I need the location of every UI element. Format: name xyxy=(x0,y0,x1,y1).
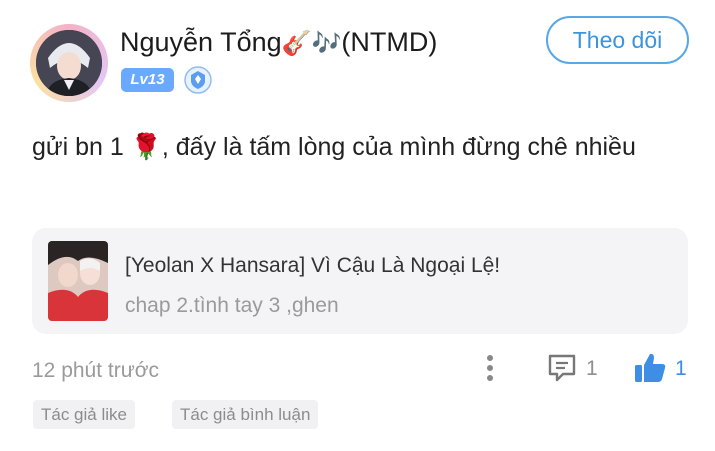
tag-author-comment: Tác giả bình luận xyxy=(172,400,319,429)
author-avatar[interactable] xyxy=(30,24,108,102)
shield-badge-icon xyxy=(184,66,212,94)
post-text-before: gửi bn 1 xyxy=(32,133,124,161)
shared-story-card[interactable]: [Yeolan X Hansara] Vì Cậu Là Ngoại Lệ! c… xyxy=(32,228,688,334)
tag-author-like: Tác giả like xyxy=(33,400,135,429)
author-name-emoji: 🎸🎶 xyxy=(281,29,342,57)
comment-button[interactable]: 1 xyxy=(546,352,606,386)
post-text-after: , đấy là tấm lòng của mình đừng chê nhiề… xyxy=(161,133,636,161)
rose-emoji: 🌹 xyxy=(130,133,162,161)
author-name-suffix: (NTMD) xyxy=(341,27,438,57)
like-button[interactable]: 1 xyxy=(632,350,692,388)
story-thumbnail xyxy=(48,241,108,321)
post-content: gửi bn 1 🌹, đấy là tấm lòng của mình đừn… xyxy=(32,126,682,168)
thumbs-up-icon xyxy=(632,350,668,386)
follow-button[interactable]: Theo dõi xyxy=(546,16,689,64)
story-title: [Yeolan X Hansara] Vì Cậu Là Ngoại Lệ! xyxy=(125,254,501,277)
avatar-image xyxy=(36,30,102,96)
author-name-text: Nguyễn Tổng xyxy=(120,27,282,57)
comment-icon xyxy=(546,352,578,384)
author-name[interactable]: Nguyễn Tổng🎸🎶(NTMD) xyxy=(120,22,437,63)
comment-count: 1 xyxy=(586,357,598,380)
story-subtitle: chap 2.tình tay 3 ,ghen xyxy=(125,294,339,317)
like-count: 1 xyxy=(675,357,687,380)
level-badge: Lv13 xyxy=(121,68,174,92)
more-options-icon[interactable] xyxy=(478,352,502,386)
post-timestamp: 12 phút trước xyxy=(32,359,160,382)
